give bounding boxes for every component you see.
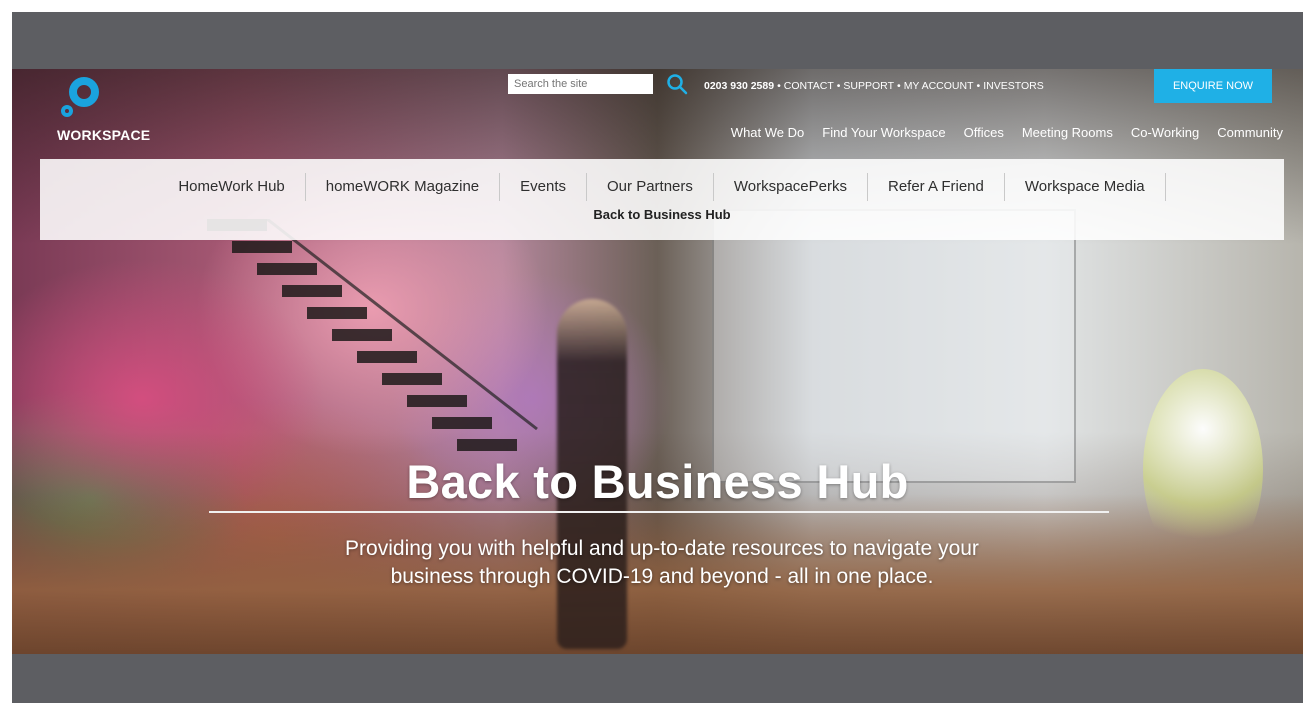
enquire-now-button[interactable]: ENQUIRE NOW [1154,69,1272,103]
subnav-item-events[interactable]: Events [500,173,588,201]
staircase-decoration [207,219,538,451]
workspace-logo-dot [61,105,73,117]
utility-separator: • [777,80,781,92]
subnav-item-workspace-media[interactable]: Workspace Media [1005,173,1166,201]
nav-item-find-your-workspace[interactable]: Find Your Workspace [822,125,945,140]
nav-item-co-working[interactable]: Co-Working [1131,125,1199,140]
hero-subtitle-line-2: business through COVID-19 and beyond - a… [390,565,934,588]
investors-link[interactable]: INVESTORS [983,80,1044,92]
hero-title: Back to Business Hub [406,455,909,508]
logo-text: WORKSPACE [57,127,151,143]
glass-doors-decoration [712,209,1076,483]
subnav-item-workspace-perks[interactable]: WorkspacePerks [714,173,868,201]
hero-banner: WORKSPACE 0203 930 2589 • CONTACT • SUPP… [12,69,1303,654]
subnav-row: HomeWork Hub homeWORK Magazine Events Ou… [40,173,1284,201]
sub-navigation: HomeWork Hub homeWORK Magazine Events Ou… [40,159,1284,240]
hero-subtitle-line-1: Providing you with helpful and up-to-dat… [345,537,979,560]
nav-item-community[interactable]: Community [1217,125,1283,140]
subnav-item-refer-a-friend[interactable]: Refer A Friend [868,173,1005,201]
nav-item-what-we-do[interactable]: What We Do [731,125,804,140]
search-input[interactable] [508,74,653,94]
subnav-item-our-partners[interactable]: Our Partners [587,173,714,201]
search-icon[interactable] [666,73,688,95]
my-account-link[interactable]: MY ACCOUNT [904,80,974,92]
subnav-item-homework-magazine[interactable]: homeWORK Magazine [306,173,501,201]
phone-number[interactable]: 0203 930 2589 [704,80,774,92]
nav-item-offices[interactable]: Offices [964,125,1004,140]
subnav-item-back-to-business-hub[interactable]: Back to Business Hub [40,207,1284,222]
hero-subtitle: Providing you with helpful and up-to-dat… [212,535,1112,591]
page-frame: WORKSPACE 0203 930 2589 • CONTACT • SUPP… [12,12,1303,703]
main-nav: What We Do Find Your Workspace Offices M… [731,125,1283,140]
workspace-logo-icon [69,77,99,107]
subnav-item-homework-hub[interactable]: HomeWork Hub [158,173,306,201]
utility-separator: • [836,80,841,92]
utility-separator: • [976,80,981,92]
nav-item-meeting-rooms[interactable]: Meeting Rooms [1022,125,1113,140]
utility-separator: • [897,80,901,92]
support-link[interactable]: SUPPORT [843,80,894,92]
contact-link[interactable]: CONTACT [784,80,834,92]
hero-divider [209,511,1109,513]
workspace-logo[interactable]: WORKSPACE [57,77,150,147]
utility-links: 0203 930 2589 • CONTACT • SUPPORT • MY A… [704,77,1044,95]
